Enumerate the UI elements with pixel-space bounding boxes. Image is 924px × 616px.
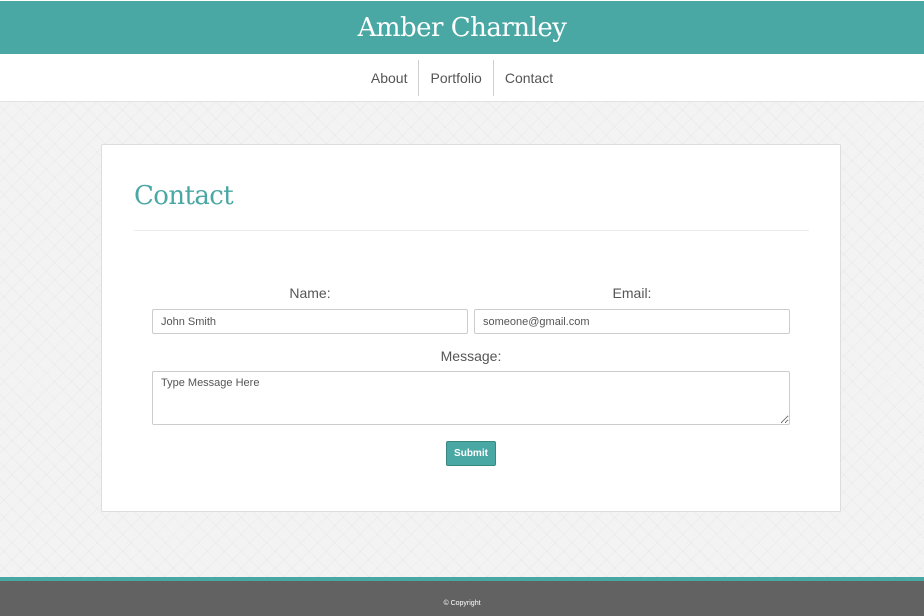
- nav-about-link[interactable]: About: [360, 60, 419, 96]
- site-footer: © Copyright: [0, 581, 924, 616]
- contact-heading: Contact: [134, 181, 234, 211]
- heading-divider: [134, 230, 809, 231]
- name-label: Name:: [289, 285, 331, 301]
- site-header: Amber Charnley: [0, 0, 924, 54]
- nav-contact-link[interactable]: Contact: [494, 60, 564, 96]
- submit-button[interactable]: Submit: [446, 441, 496, 466]
- main-nav: About Portfolio Contact: [0, 54, 924, 102]
- email-label: Email:: [612, 285, 652, 301]
- name-input[interactable]: [152, 309, 468, 334]
- contact-card: Contact Name: Email: Message: Submit: [101, 144, 841, 512]
- nav-portfolio-link[interactable]: Portfolio: [419, 60, 492, 96]
- message-textarea[interactable]: [152, 371, 790, 425]
- site-title: Amber Charnley: [357, 12, 567, 43]
- message-label: Message:: [440, 348, 502, 364]
- email-input[interactable]: [474, 309, 790, 334]
- copyright-text: © Copyright: [443, 599, 481, 607]
